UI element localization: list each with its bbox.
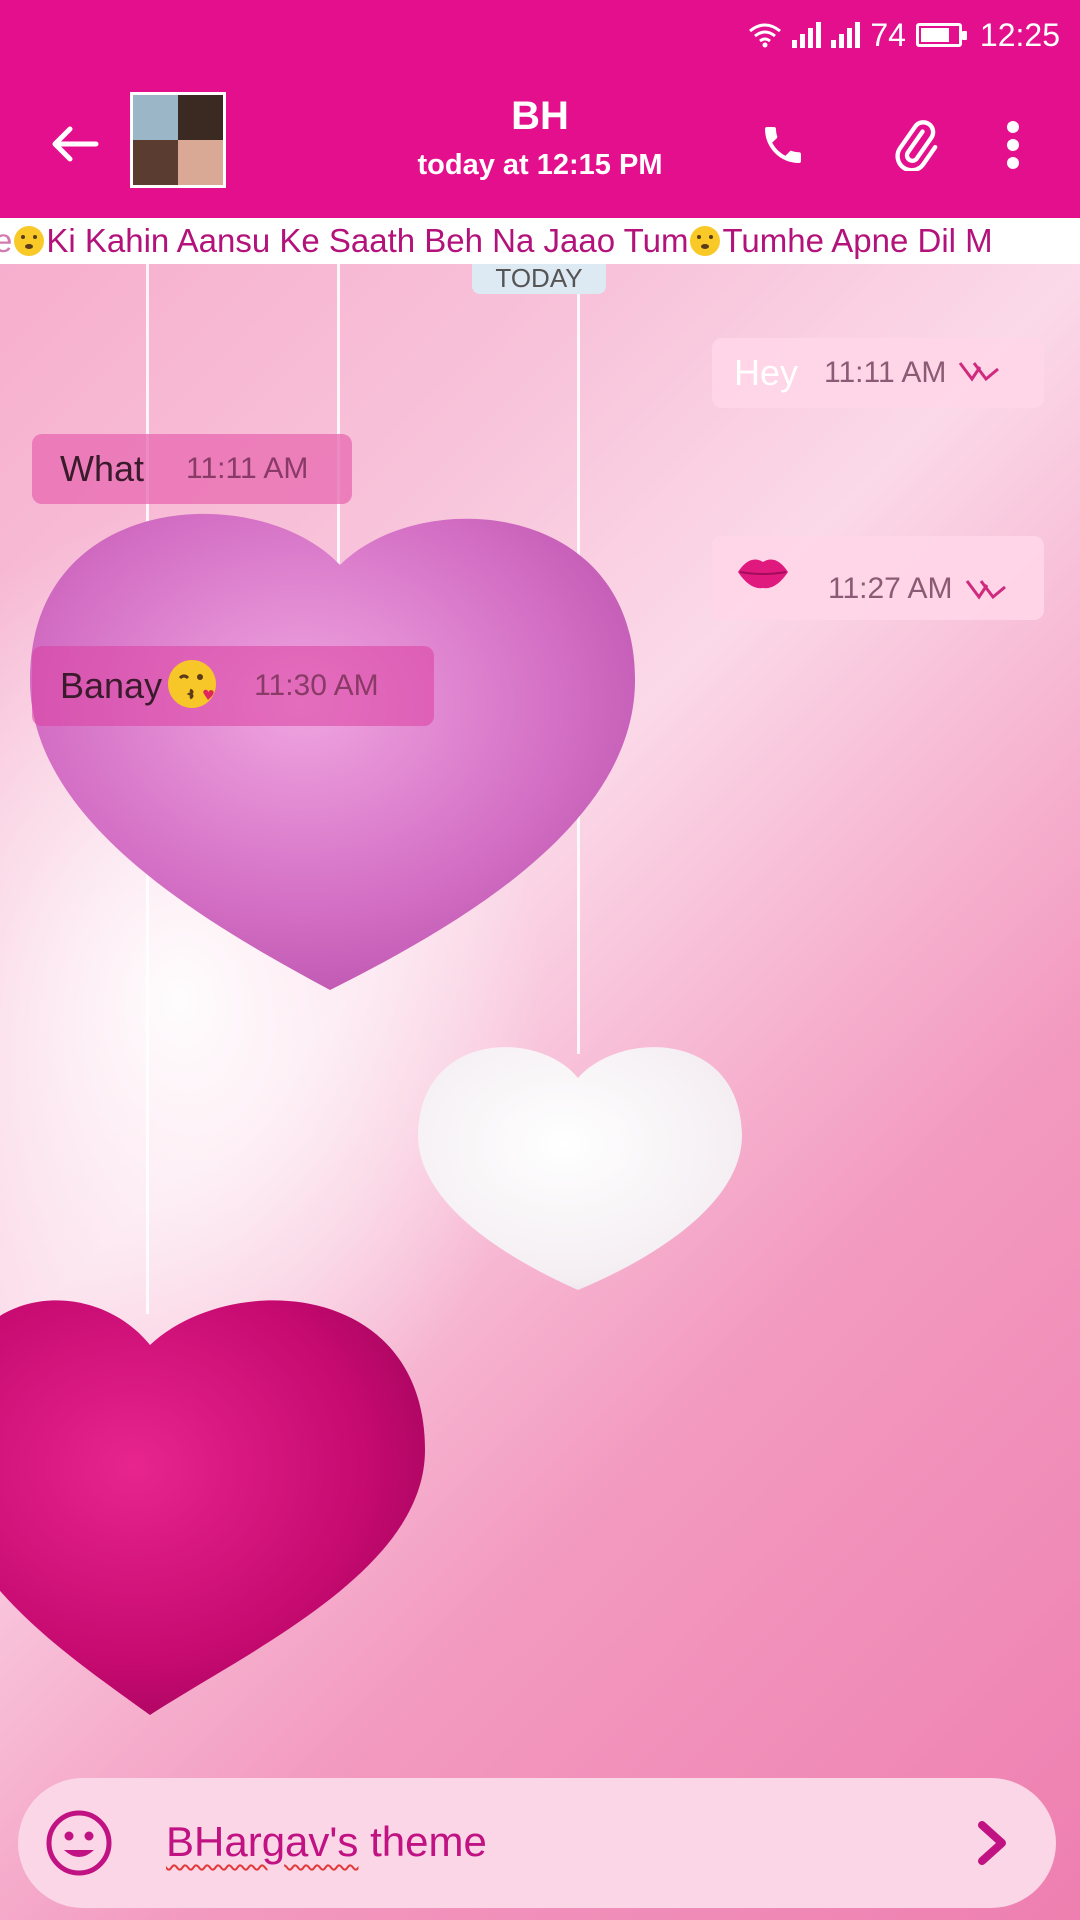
message-text: What xyxy=(60,448,145,489)
message-composer: BHargav's theme xyxy=(18,1778,1056,1908)
ticker-text: Tumhe Apne Dil M xyxy=(722,222,993,259)
message-time: 11:11 AM xyxy=(186,452,309,485)
message-text: Banay xyxy=(60,665,163,706)
message-input[interactable]: BHargav's theme xyxy=(166,1818,487,1866)
paperclip-icon[interactable] xyxy=(880,110,950,180)
input-text-misspelled: BHargav's xyxy=(166,1818,359,1865)
wifi-icon xyxy=(748,22,782,48)
signal-icon xyxy=(831,22,861,48)
white-heart xyxy=(418,1047,742,1290)
double-tick-icon xyxy=(958,359,1000,388)
magenta-heart xyxy=(0,1300,425,1715)
input-text: theme xyxy=(358,1818,487,1865)
more-vert-icon[interactable] xyxy=(978,110,1048,180)
battery-icon xyxy=(915,23,967,47)
message-text: Hey xyxy=(734,352,799,393)
smiley-icon[interactable] xyxy=(44,1808,114,1878)
message-bubble-outgoing[interactable]: 11:27 AM xyxy=(712,536,1044,620)
back-arrow-icon[interactable] xyxy=(40,114,110,174)
kiss-lips-icon xyxy=(736,552,790,597)
app-bar: BH today at 12:15 PM xyxy=(0,70,1080,218)
contact-avatar[interactable] xyxy=(130,92,226,188)
message-time: 11:27 AM xyxy=(828,572,953,605)
double-tick-icon xyxy=(965,577,1007,606)
signal-icon xyxy=(792,22,822,48)
ticker-lead: e xyxy=(0,222,13,259)
message-bubble-outgoing[interactable]: Hey 11:11 AM xyxy=(712,338,1044,408)
hushed-face-icon xyxy=(14,226,45,256)
message-bubble-incoming[interactable]: What 11:11 AM xyxy=(32,434,352,504)
message-time: 11:11 AM xyxy=(824,356,947,389)
status-bar: 74 12:25 xyxy=(0,0,1080,70)
message-bubble-incoming[interactable]: Banay 11:30 AM xyxy=(32,646,434,726)
crying-face-icon xyxy=(690,226,721,256)
battery-level: 74 xyxy=(870,16,906,53)
chevron-right-icon[interactable] xyxy=(958,1808,1028,1878)
kissing-face-icon xyxy=(166,658,218,715)
message-time: 11:30 AM xyxy=(254,669,379,702)
pink-heart xyxy=(30,513,635,990)
scrolling-ticker: e Ki Kahin Aansu Ke Saath Beh Na Jaao Tum… xyxy=(0,218,1080,264)
phone-icon[interactable] xyxy=(748,110,818,180)
ticker-text: Ki Kahin Aansu Ke Saath Beh Na Jaao Tum xyxy=(46,222,689,259)
clock: 12:25 xyxy=(979,16,1060,53)
